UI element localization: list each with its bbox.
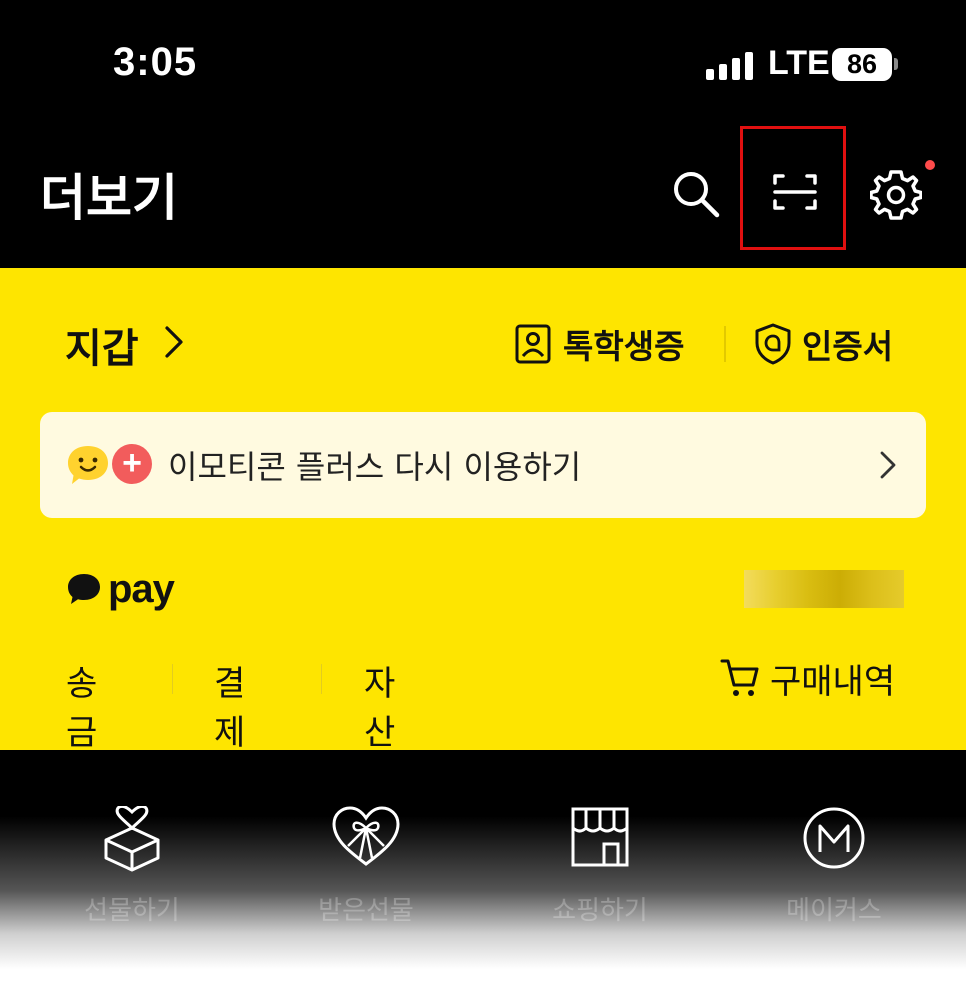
certificate-button[interactable]: 인증서: [754, 322, 893, 366]
heart-ribbon-icon: [332, 806, 400, 866]
battery-icon: 86: [832, 48, 892, 81]
network-type: LTE: [768, 44, 830, 82]
status-time: 3:05: [113, 40, 198, 84]
status-bar: 3:05 LTE 86: [0, 0, 966, 128]
wallet-title[interactable]: 지갑: [65, 316, 139, 374]
divider: [172, 664, 173, 694]
makers-m-icon: [803, 807, 865, 869]
shield-icon: [755, 323, 791, 365]
plus-badge-icon: +: [112, 444, 152, 484]
cart-icon: [720, 659, 759, 696]
service-received-gift[interactable]: 받은선물: [266, 750, 466, 950]
store-icon: [571, 807, 629, 867]
emoticon-plus-banner[interactable]: + 이모티콘 플러스 다시 이용하기: [40, 412, 926, 518]
chevron-right-icon: [880, 451, 896, 479]
service-makers[interactable]: 메이커스: [734, 750, 934, 950]
notification-dot: [925, 160, 935, 170]
chevron-right-icon[interactable]: [162, 324, 186, 360]
search-icon[interactable]: [670, 168, 722, 220]
student-id-button[interactable]: 톡학생증: [515, 322, 684, 366]
divider: [321, 664, 322, 694]
scan-button[interactable]: [740, 126, 846, 250]
service-label: 선물하기: [84, 896, 180, 926]
pay-logo-text: pay: [108, 566, 175, 611]
gift-box-heart-icon: [104, 806, 160, 872]
battery-tip: [894, 58, 898, 70]
speech-bubble-icon: [68, 574, 100, 604]
service-label: 메이커스: [786, 896, 882, 926]
service-shopping[interactable]: 쇼핑하기: [500, 750, 700, 950]
id-card-icon: [515, 324, 551, 364]
kakao-pay-logo[interactable]: pay: [66, 566, 175, 612]
emoticon-banner-label: 이모티콘 플러스 다시 이용하기: [168, 448, 582, 486]
service-label: 쇼핑하기: [552, 896, 648, 926]
signal-icon: [706, 52, 753, 80]
wallet-section: 지갑 톡학생증 인증서 + 이모티콘 플러스 다시 이용하기 pay 송금 결제…: [0, 268, 966, 753]
scan-icon: [773, 174, 817, 210]
page-title: 더보기: [40, 169, 178, 227]
header: 더보기: [0, 126, 966, 268]
certificate-label: 인증서: [802, 327, 894, 366]
purchase-history-button[interactable]: 구매내역: [720, 656, 896, 702]
divider: [724, 326, 726, 362]
service-label: 받은선물: [318, 896, 414, 926]
student-id-label: 톡학생증: [563, 327, 685, 366]
assets-button[interactable]: 자산: [364, 656, 395, 754]
payment-button[interactable]: 결제: [214, 656, 245, 754]
purchase-history-label: 구매내역: [770, 661, 896, 702]
transfer-button[interactable]: 송금: [66, 656, 97, 754]
settings-icon[interactable]: [869, 168, 923, 220]
emoticon-face-icon: [68, 446, 108, 484]
service-gift[interactable]: 선물하기: [32, 750, 232, 950]
balance-masked: [744, 570, 904, 608]
services-row: 선물하기 받은선물 쇼핑하기 메이커스: [0, 750, 966, 1005]
